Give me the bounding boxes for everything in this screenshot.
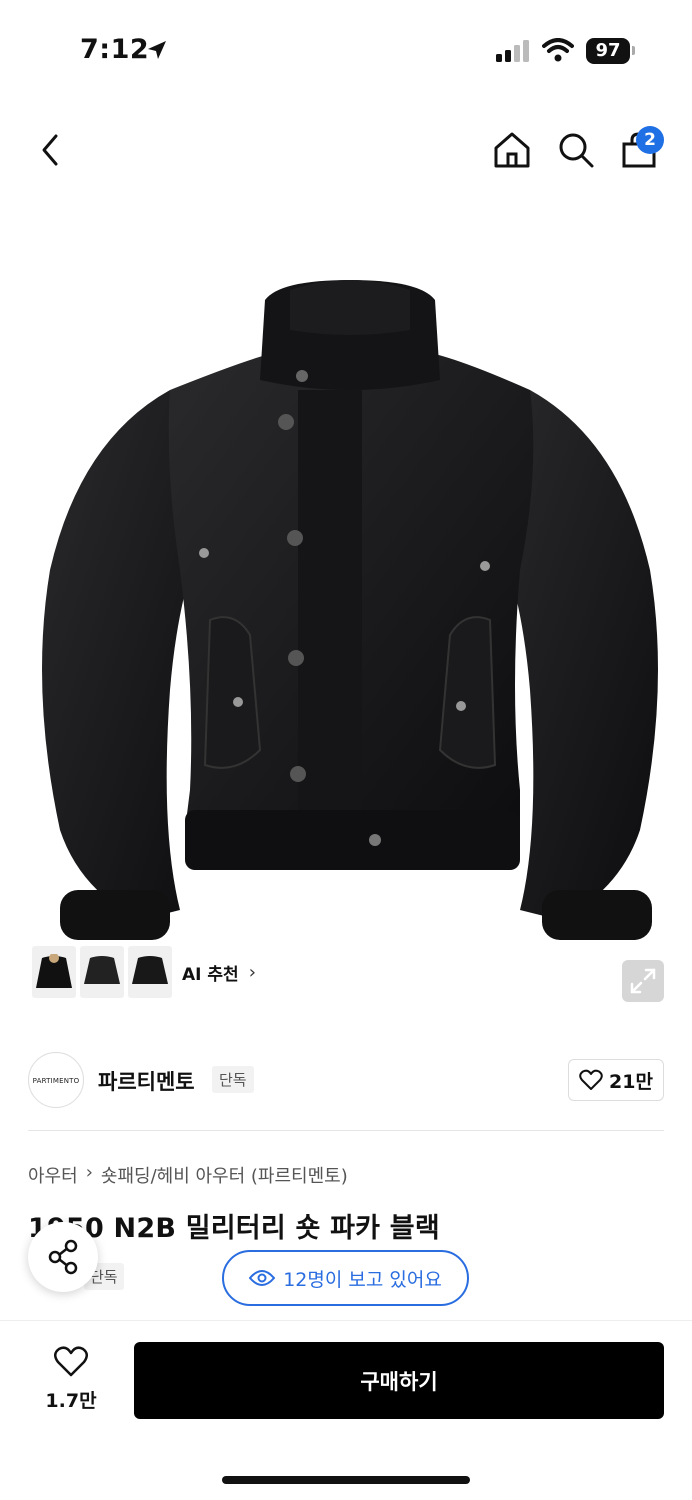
- brand-like-button[interactable]: 21만: [568, 1059, 664, 1101]
- heart-icon: [579, 1069, 603, 1090]
- viewers-text: 12명이 보고 있어요: [283, 1268, 442, 1291]
- wishlist-button[interactable]: 1.7만: [36, 1346, 106, 1413]
- back-arrow-icon[interactable]: [36, 130, 64, 170]
- brand-like-count: 21만: [609, 1070, 653, 1093]
- brand-logo[interactable]: PARTIMENTO: [28, 1052, 84, 1108]
- wifi-icon: [542, 38, 574, 62]
- search-icon[interactable]: [556, 130, 596, 170]
- ai-recommend-strip[interactable]: AI 추천 ›: [28, 942, 266, 1002]
- brand-name[interactable]: 파르티멘토: [98, 1066, 195, 1096]
- home-icon[interactable]: [492, 130, 532, 170]
- expand-image-button[interactable]: [622, 960, 664, 1002]
- home-indicator: [222, 1476, 470, 1484]
- recommend-thumbnail[interactable]: [32, 946, 76, 998]
- status-bar: 7:12 97: [0, 0, 692, 100]
- recommend-thumbnail[interactable]: [80, 946, 124, 998]
- viewers-pill: 12명이 보고 있어요: [222, 1250, 469, 1306]
- share-button[interactable]: [28, 1222, 98, 1292]
- cellular-signal-icon: [496, 40, 529, 62]
- exclusive-badge: 단독: [212, 1066, 254, 1093]
- cart-count-badge: 2: [636, 126, 664, 154]
- eye-icon: [249, 1270, 276, 1286]
- recommend-thumbnail[interactable]: [128, 946, 172, 998]
- expand-icon: [630, 968, 656, 994]
- share-icon: [48, 1239, 78, 1275]
- product-image[interactable]: [20, 270, 680, 970]
- wishlist-count: 1.7만: [45, 1390, 97, 1412]
- ai-recommend-label: AI 추천: [182, 964, 239, 985]
- breadcrumb: 아우터 › 숏패딩/헤비 아우터 (파르티멘토): [28, 1162, 348, 1188]
- breadcrumb-item[interactable]: 숏패딩/헤비 아우터 (파르티멘토): [101, 1162, 348, 1188]
- chevron-right-icon: ›: [248, 961, 256, 983]
- divider: [28, 1130, 664, 1131]
- buy-button[interactable]: 구매하기: [134, 1342, 664, 1419]
- battery-indicator: 97: [586, 38, 630, 64]
- chevron-right-icon: ›: [85, 1162, 93, 1183]
- status-time: 7:12: [80, 34, 150, 65]
- breadcrumb-item[interactable]: 아우터: [28, 1162, 78, 1188]
- location-arrow-icon: [148, 41, 166, 59]
- battery-tip: [632, 46, 635, 55]
- heart-icon: [54, 1346, 88, 1377]
